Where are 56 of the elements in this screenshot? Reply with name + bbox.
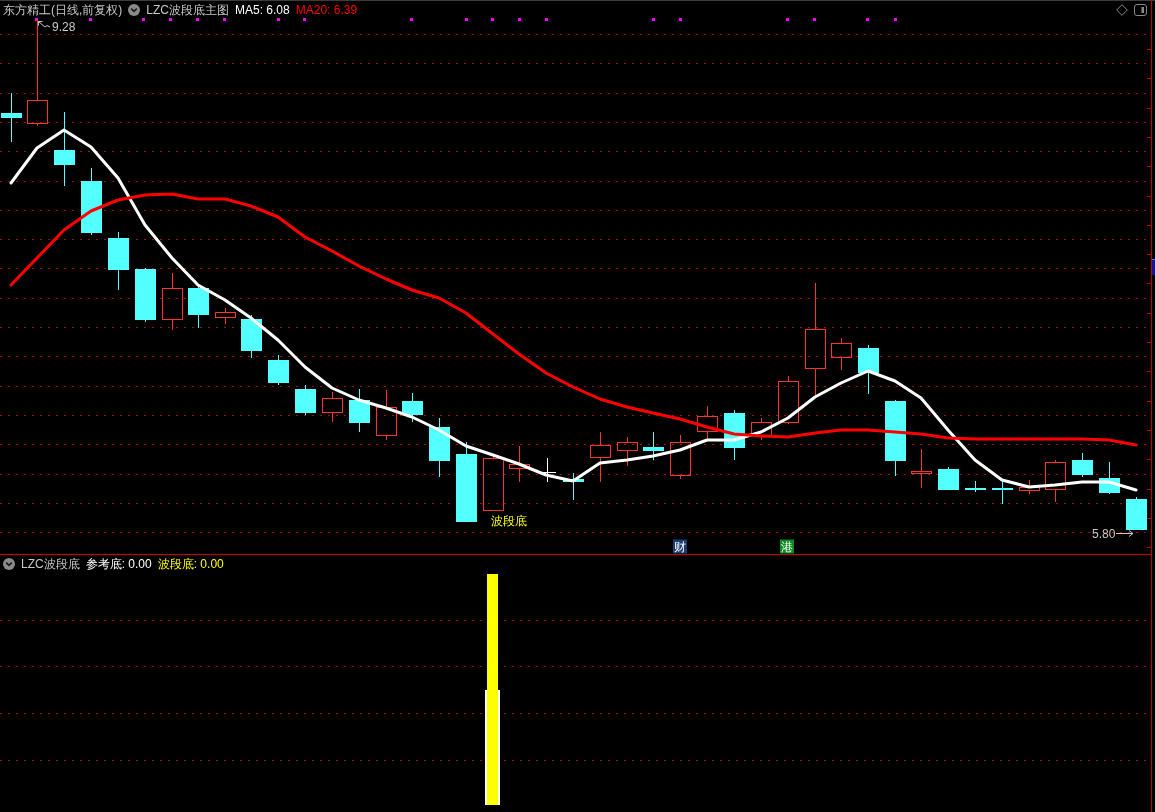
candlestick [831,337,852,371]
legend-value: MA20: 6.39 [295,2,358,17]
chart-title: 东方精工(日线,前复权) [3,2,123,17]
candlestick [376,389,397,441]
event-tag[interactable]: 港 [780,539,794,554]
signal-label: 波段底 [491,514,527,528]
pointer-arrow [1115,530,1134,537]
high-price-label: 9.28 [52,20,76,34]
candlestick [643,431,664,461]
candlestick [858,344,879,395]
indicator-name: LZC波段底主图 [146,2,229,17]
candlestick [965,480,986,493]
candlestick [992,480,1013,505]
candlestick [402,392,423,423]
candlestick [215,307,236,325]
legend-value: 波段底: 0.00 [157,556,224,571]
candlestick [483,454,504,511]
candlestick [349,388,370,433]
candlestick [778,375,799,425]
candlestick [1,92,22,143]
low-price-label: 5.80 [1092,527,1116,541]
legend-value: MA5: 6.08 [235,2,290,17]
event-tag[interactable]: 财 [673,539,687,554]
candlestick [670,434,691,480]
candlestick [162,272,183,331]
axis-flag-icon [1152,259,1155,275]
candlestick [509,445,530,483]
candlestick [617,436,638,467]
candlestick [295,384,316,416]
candlestick [1019,479,1040,495]
candlestick [81,167,102,236]
candlestick [1045,459,1066,503]
candlestick [135,267,156,323]
indicator-name: LZC波段底 [21,556,80,571]
legend-value: 参考底: 0.00 [85,556,152,571]
candlestick [1126,496,1147,531]
candlestick [429,417,450,478]
candlestick [911,448,932,489]
candlestick [108,231,129,291]
candlestick [241,314,262,359]
candlestick [590,431,611,483]
candlestick [938,466,959,491]
candlestick [1072,452,1093,478]
candlestick [1099,461,1120,495]
diamond-icon[interactable] [1116,3,1128,16]
candlestick [322,391,343,423]
candlestick [563,472,584,501]
candlestick [697,405,718,441]
pointer-arrow [38,21,51,28]
candlestick [268,354,289,386]
dropdown-icon[interactable] [128,3,141,16]
candlestick [188,284,209,329]
candlestick [724,409,745,461]
panel-toggle-icon[interactable] [1134,3,1147,16]
candlestick [751,417,772,441]
dropdown-icon[interactable] [3,557,15,570]
